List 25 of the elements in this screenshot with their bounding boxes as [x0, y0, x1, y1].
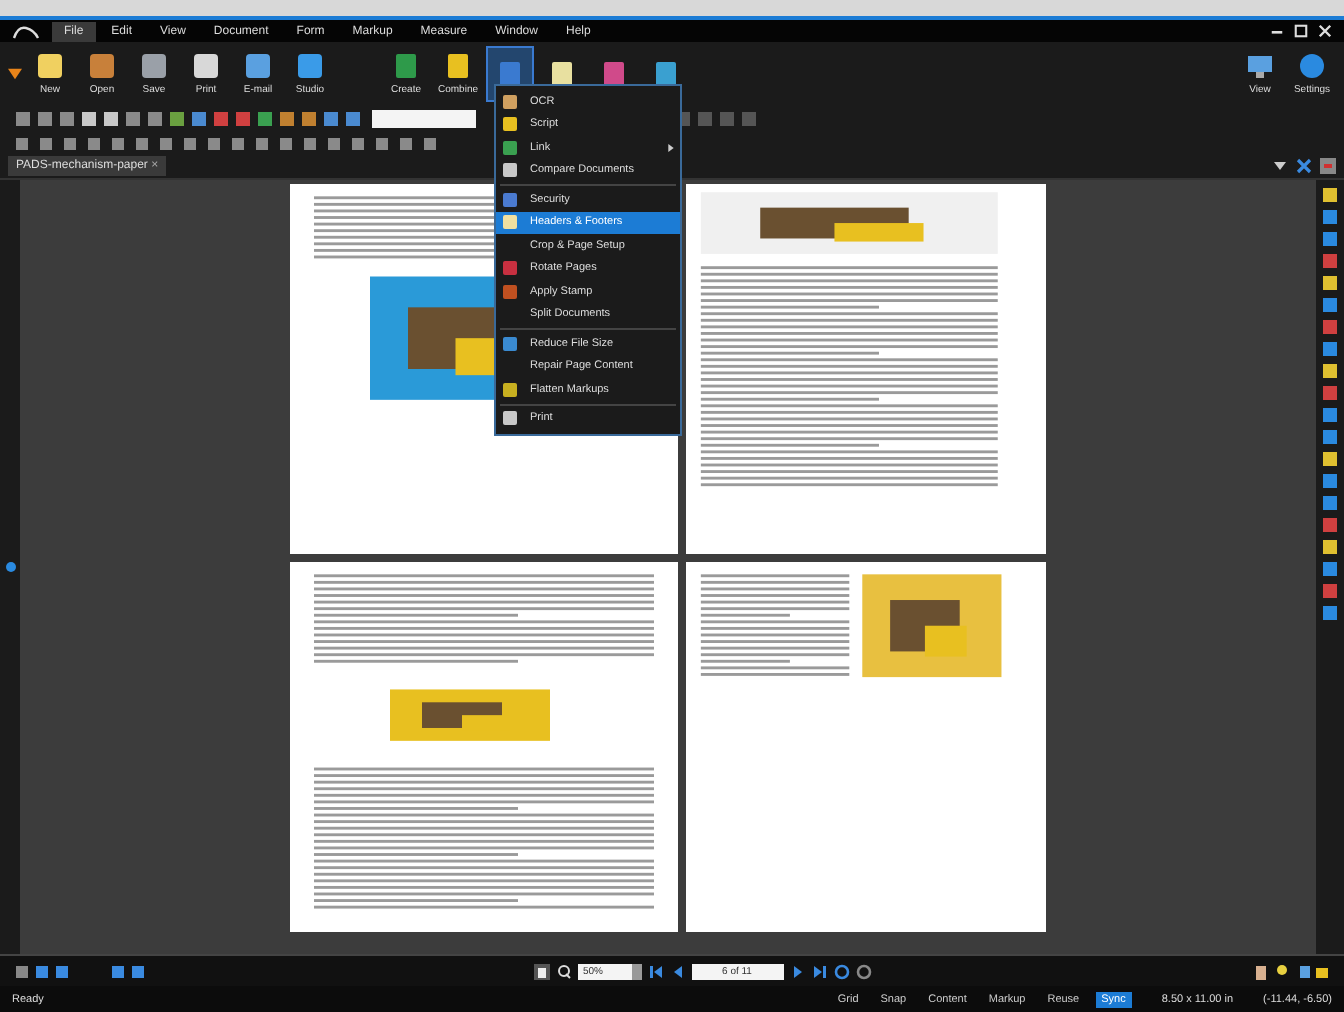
toolbar-icons-drawing [1252, 963, 1332, 979]
document-icon [36, 52, 64, 80]
hand-tool-icon[interactable] [533, 963, 549, 979]
first-page-icon[interactable] [647, 963, 663, 979]
maximize-icon[interactable] [1294, 24, 1308, 38]
document-icon [548, 60, 576, 88]
last-page-icon[interactable] [811, 963, 827, 979]
document-icon [652, 60, 680, 88]
app-logo-icon [12, 23, 40, 39]
document-icon [600, 60, 628, 88]
panel-toggle-icon[interactable] [5, 562, 15, 572]
document-icon [392, 52, 420, 80]
next-page-icon[interactable] [789, 963, 805, 979]
zoom-icon[interactable] [555, 963, 571, 979]
document-icon [496, 60, 524, 88]
document-icon [244, 52, 272, 80]
monitor-icon [1246, 52, 1274, 80]
document-icon [192, 52, 220, 80]
document-icon [296, 52, 324, 80]
document-icon [88, 52, 116, 80]
document-icon [140, 52, 168, 80]
document-icon [444, 52, 472, 80]
caret-icon[interactable] [8, 68, 22, 80]
previous-page-icon[interactable] [669, 963, 685, 979]
menu-icon [502, 335, 518, 352]
